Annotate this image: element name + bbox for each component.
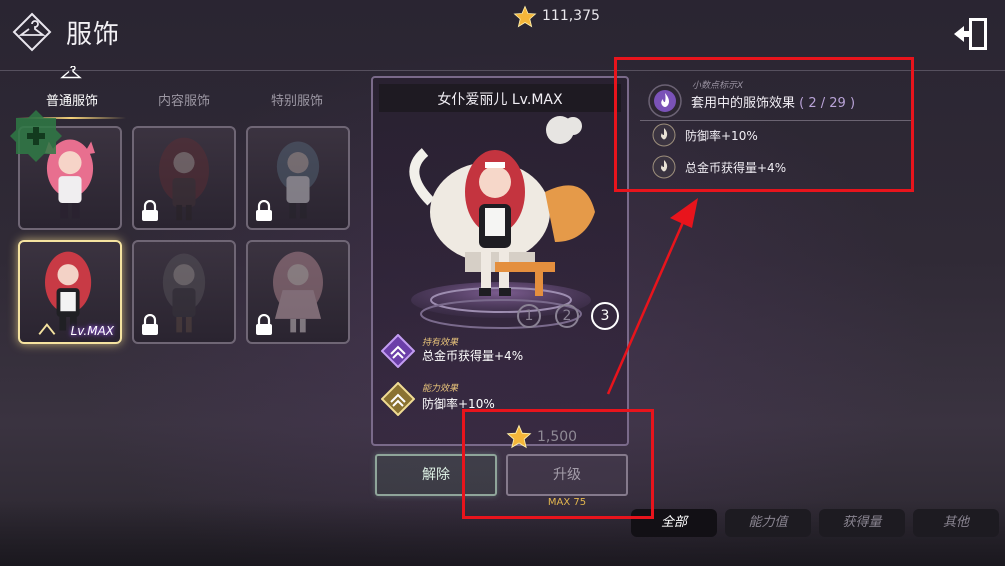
tab-content-costume[interactable]: 内容服饰 <box>139 90 229 109</box>
exit-door-icon <box>954 18 987 50</box>
filter-gain-button[interactable]: 获得量 <box>819 509 905 537</box>
hanger-icon <box>60 66 82 79</box>
lock-icon <box>142 200 158 221</box>
exit-button[interactable] <box>952 14 992 54</box>
filter-other-button[interactable]: 其他 <box>913 509 999 537</box>
annotation-box-upgrade <box>462 409 654 519</box>
variant-button-2[interactable]: 2 <box>555 304 579 328</box>
variant-button-3[interactable]: 3 <box>591 302 619 330</box>
tab-special-costume[interactable]: 特别服饰 <box>252 90 342 109</box>
costume-card-gray-girl[interactable] <box>132 240 236 344</box>
ability-effect-title: 能力效果 <box>422 384 459 394</box>
ability-effect-icon <box>381 382 415 416</box>
costume-card-red-hood[interactable] <box>132 126 236 230</box>
star-total: 111,375 <box>542 8 600 24</box>
costume-card-maid-alice[interactable]: Lv.MAX <box>18 240 122 344</box>
star-icon <box>513 5 537 28</box>
costume-card-blue-girl[interactable] <box>246 126 350 230</box>
possession-effect-icon <box>381 334 415 368</box>
hanger-icon <box>12 12 52 52</box>
add-badge-icon[interactable] <box>8 108 64 164</box>
annotation-box-effects <box>614 57 914 192</box>
filter-stats-button[interactable]: 能力值 <box>725 509 811 537</box>
variant-button-1[interactable]: 1 <box>517 304 541 328</box>
page-title: 服饰 <box>66 20 121 50</box>
costume-name: 女仆爱丽儿 Lv.MAX <box>437 92 563 108</box>
possession-effect-text: 总金币获得量+4% <box>422 349 524 363</box>
lock-icon <box>142 314 158 335</box>
costume-card-pink-dress[interactable] <box>246 240 350 344</box>
level-max-label: Lv.MAX <box>70 324 114 338</box>
tab-normal-costume[interactable]: 普通服饰 <box>27 90 117 109</box>
lock-icon <box>256 200 272 221</box>
lock-icon <box>256 314 272 335</box>
